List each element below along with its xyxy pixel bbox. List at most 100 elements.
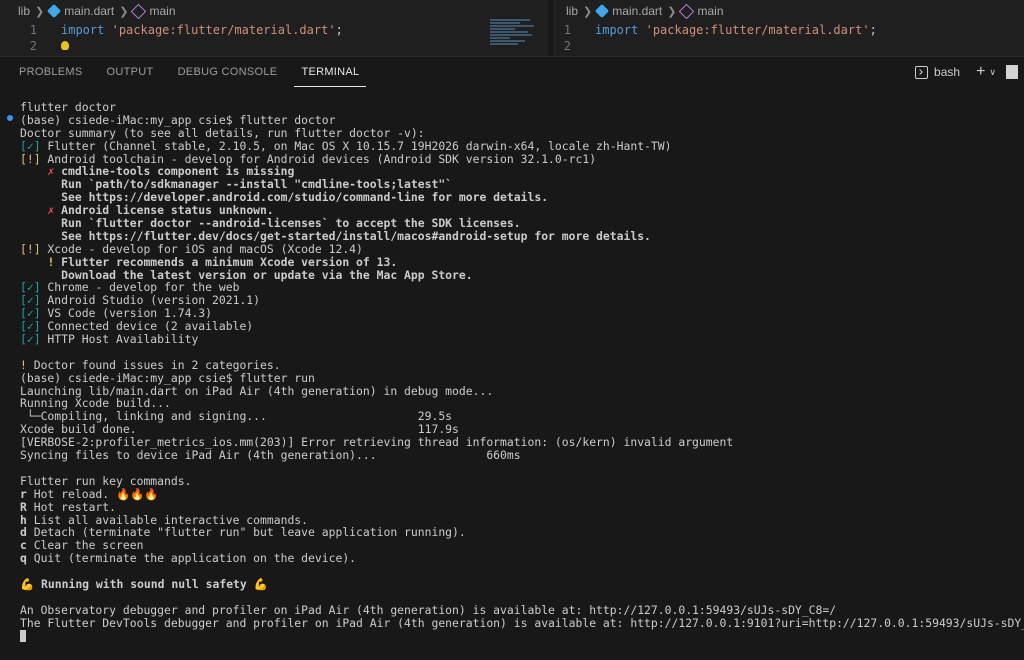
code-line[interactable]: 2 (0, 38, 548, 54)
warning-mark: ! (20, 357, 27, 372)
bottom-panel: PROBLEMS OUTPUT DEBUG CONSOLE TERMINAL b… (0, 56, 1024, 660)
check-mark: [✓] (20, 138, 41, 153)
terminal-text: Chrome - develop for the web (40, 280, 240, 295)
code-line[interactable]: 2 (553, 38, 1024, 54)
method-symbol-icon (131, 3, 147, 19)
terminal-text: Syncing files to device iPad Air (4th ge… (20, 448, 521, 463)
chevron-down-icon[interactable]: ∨ (989, 67, 996, 78)
terminal-icon (915, 65, 929, 79)
method-symbol-icon (679, 3, 695, 19)
breadcrumb-file[interactable]: main.dart (612, 4, 662, 18)
check-mark: [✓] (20, 332, 41, 347)
terminal-text: Quit (terminate the application on the d… (26, 551, 357, 566)
terminal-text: Android toolchain - develop for Android … (40, 151, 597, 166)
terminal-output[interactable]: flutter doctor (base) csiede-iMac:my_app … (20, 100, 1024, 643)
tab-output[interactable]: OUTPUT (100, 57, 161, 87)
check-mark: [✓] (20, 280, 41, 295)
breadcrumb: lib ❯ main.dart ❯ main (553, 0, 1024, 22)
breadcrumb-symbol[interactable]: main (697, 4, 723, 18)
terminal-text: HTTP Host Availability (40, 332, 199, 347)
command-decoration-icon[interactable] (7, 115, 13, 121)
key-command: h (20, 512, 27, 527)
terminal-text: Xcode build done. 117.9s (20, 422, 459, 437)
chevron-right-icon: ❯ (583, 5, 593, 18)
terminal-line: The Flutter DevTools debugger and profil… (20, 615, 1024, 630)
check-mark: [✓] (20, 293, 41, 308)
terminal-line: r Hot reload. 🔥🔥🔥 (20, 486, 1024, 501)
terminal-text: Detach (terminate "flutter run" but leav… (26, 525, 466, 540)
terminal-text: See https://developer.android.com/studio… (20, 190, 549, 205)
terminal-text: See https://flutter.dev/docs/get-started… (20, 228, 651, 243)
breadcrumb-folder[interactable]: lib (18, 4, 30, 18)
warning-mark: [!] (20, 151, 41, 166)
terminal-text: 💪 Running with sound null safety 💪 (20, 576, 268, 591)
terminal-text: Flutter run key commands. (20, 473, 192, 488)
terminal-text: cmdline-tools component is missing (54, 164, 295, 179)
warning-mark: [!] (20, 241, 41, 256)
terminal-text: Clear the screen (26, 538, 144, 553)
terminal-text: Running Xcode build... (20, 396, 171, 411)
new-terminal-icon[interactable]: + (976, 63, 985, 81)
tab-terminal[interactable]: TERMINAL (294, 57, 367, 87)
lightbulb-icon[interactable] (61, 41, 69, 50)
terminal-text: Doctor summary (to see all details, run … (20, 125, 425, 140)
terminal-text: (base) csiede-iMac:my_app csie$ flutter … (20, 112, 336, 127)
chevron-right-icon: ❯ (667, 5, 677, 18)
panel-actions: bash + ∨ (915, 63, 1018, 81)
terminal-text: Hot restart. (26, 499, 117, 514)
breadcrumb-file[interactable]: main.dart (64, 4, 114, 18)
editor-area: lib ❯ main.dart ❯ main 1 import 'package:… (0, 0, 1024, 56)
terminal-cursor-line[interactable] (20, 630, 1024, 643)
terminal-line: 💪 Running with sound null safety 💪 (20, 578, 1024, 591)
chevron-right-icon: ❯ (119, 5, 129, 18)
maximize-panel-icon[interactable] (1006, 65, 1018, 79)
terminal-text: Connected device (2 available) (40, 319, 254, 334)
terminal-text: Doctor found issues in 2 categories. (26, 357, 281, 372)
breadcrumb-folder[interactable]: lib (566, 4, 578, 18)
terminal-line: Syncing files to device iPad Air (4th ge… (20, 449, 1024, 462)
tab-debug-console[interactable]: DEBUG CONSOLE (171, 57, 285, 87)
dart-file-icon (595, 3, 610, 19)
terminal-text: VS Code (version 1.74.3) (40, 306, 213, 321)
tab-problems[interactable]: PROBLEMS (12, 57, 90, 87)
minimap[interactable] (490, 18, 535, 54)
editor-pane-left[interactable]: lib ❯ main.dart ❯ main 1 import 'package:… (0, 0, 548, 56)
breadcrumb-symbol[interactable]: main (149, 4, 175, 18)
panel-tabs: PROBLEMS OUTPUT DEBUG CONSOLE TERMINAL (12, 57, 376, 87)
terminal-text: Download the latest version or update vi… (20, 267, 473, 282)
key-command: R (20, 499, 27, 514)
terminal-text: Flutter (Channel stable, 2.10.5, on Mac … (40, 138, 672, 153)
key-command: c (20, 538, 27, 553)
terminal-text: Xcode - develop for iOS and macOS (Xcode… (40, 241, 363, 256)
code-line[interactable]: 1 import 'package:flutter/material.dart'; (0, 22, 548, 38)
terminal-text: [VERBOSE-2:profiler_metrics_ios.mm(203)]… (20, 435, 734, 450)
check-mark: [✓] (20, 319, 41, 334)
terminal-line: [✓] HTTP Host Availability (20, 333, 1024, 346)
terminal-text: An Observatory debugger and profiler on … (20, 602, 837, 617)
key-command: q (20, 551, 27, 566)
terminal-text: Android Studio (version 2021.1) (40, 293, 261, 308)
cursor-block-icon (20, 630, 26, 643)
terminal-line: d Detach (terminate "flutter run" but le… (20, 526, 1024, 539)
dart-file-icon (47, 3, 62, 19)
breadcrumb: lib ❯ main.dart ❯ main (0, 0, 548, 22)
terminal-text: Run `flutter doctor --android-licenses` … (20, 216, 521, 231)
terminal-line: Flutter run key commands. (20, 473, 1024, 488)
terminal-text: Flutter recommends a minimum Xcode versi… (54, 254, 398, 269)
terminal-text: (base) csiede-iMac:my_app csie$ flutter … (20, 370, 315, 385)
terminal-text: Hot reload. 🔥🔥🔥 (26, 486, 159, 501)
terminal-text: Android license status unknown. (54, 203, 274, 218)
terminal-selector[interactable]: bash (915, 65, 960, 79)
terminal-line: q Quit (terminate the application on the… (20, 552, 1024, 565)
chevron-right-icon: ❯ (35, 5, 45, 18)
terminal-text: The Flutter DevTools debugger and profil… (20, 615, 1024, 630)
terminal-text: Launching lib/main.dart on iPad Air (4th… (20, 383, 494, 398)
terminal-text: flutter doctor (20, 100, 117, 114)
check-mark: [✓] (20, 306, 41, 321)
editor-pane-right[interactable]: lib ❯ main.dart ❯ main 1 import 'package:… (553, 0, 1024, 56)
code-line[interactable]: 1 import 'package:flutter/material.dart'; (553, 22, 1024, 38)
shell-name: bash (934, 65, 961, 79)
